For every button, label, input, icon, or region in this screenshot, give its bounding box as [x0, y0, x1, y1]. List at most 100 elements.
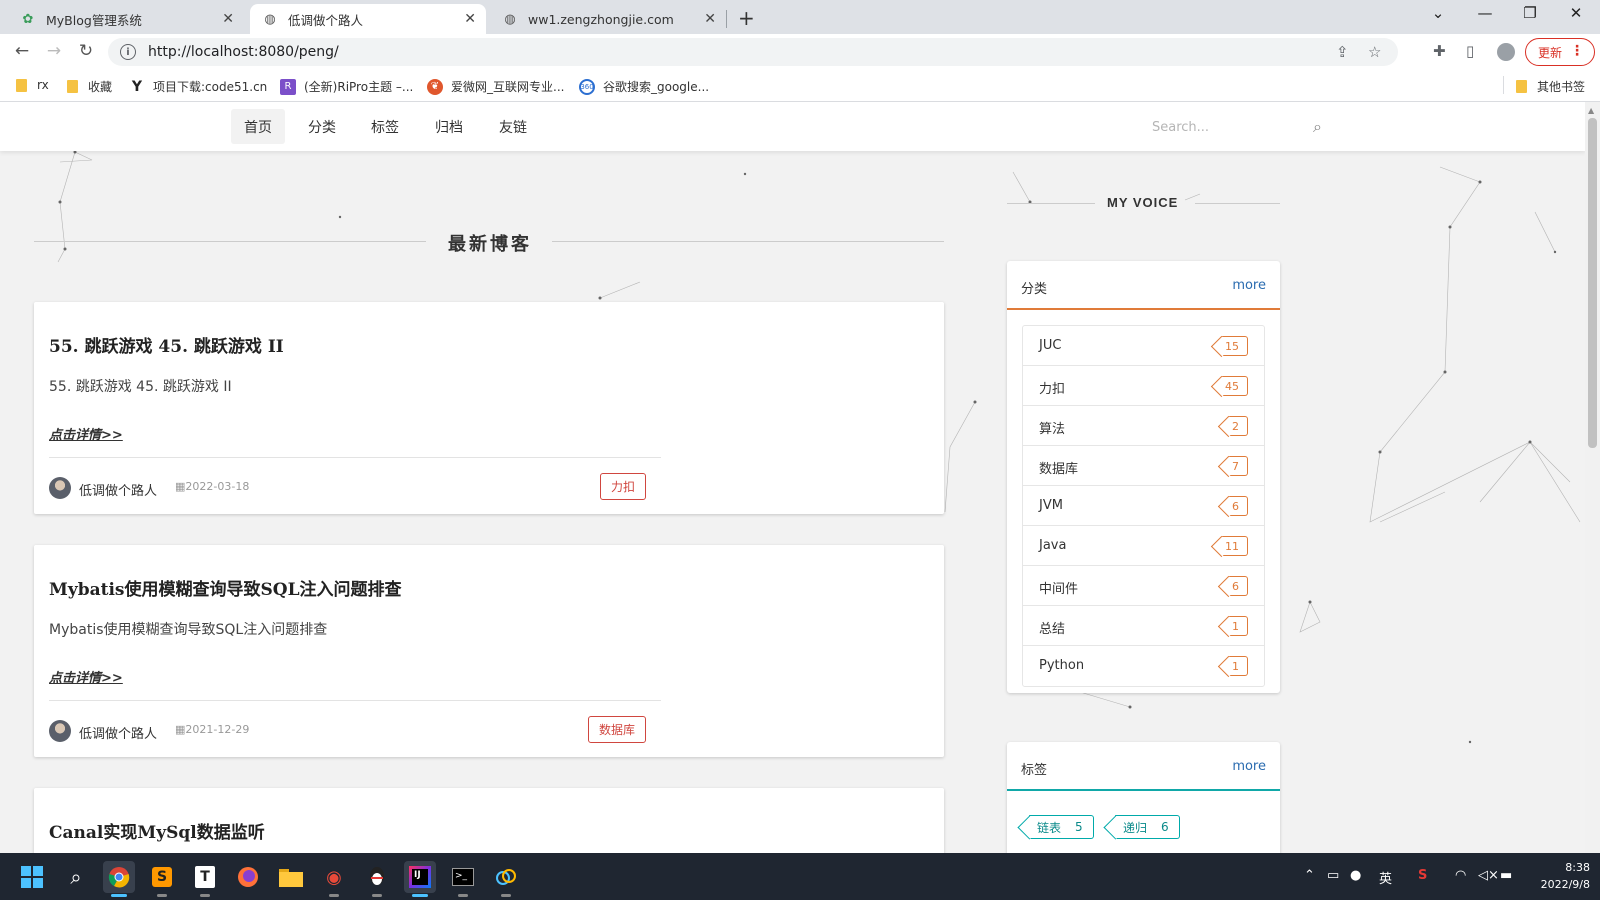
- category-item[interactable]: 算法 2: [1023, 406, 1264, 446]
- sublime-icon[interactable]: S: [146, 861, 178, 897]
- search-icon[interactable]: ⌕: [1313, 117, 1322, 137]
- page-scrollbar[interactable]: ▲: [1585, 102, 1600, 853]
- ime-indicator[interactable]: 英: [1379, 868, 1392, 887]
- system-clock[interactable]: 8:38 2022/9/8: [1520, 859, 1590, 893]
- category-item[interactable]: JVM 6: [1023, 486, 1264, 526]
- close-icon[interactable]: ✕: [704, 11, 716, 27]
- window-close-button[interactable]: ✕: [1561, 4, 1591, 22]
- nav-categories[interactable]: 分类: [295, 109, 349, 144]
- read-more-link[interactable]: 点击详情>>: [49, 667, 123, 686]
- scrollbar-thumb[interactable]: [1588, 118, 1597, 448]
- bookmark-other[interactable]: 其他书签: [1516, 78, 1585, 95]
- widget-header: 分类 more: [1007, 261, 1280, 310]
- categories-more-link[interactable]: more: [1232, 278, 1266, 293]
- bookmark-favorites[interactable]: 收藏: [67, 78, 112, 95]
- category-item[interactable]: JUC 15: [1023, 326, 1264, 366]
- sogou-ime-icon[interactable]: S: [1418, 868, 1427, 883]
- nav-home[interactable]: 首页: [231, 109, 285, 144]
- tab-myblog[interactable]: ✿ MyBlog管理系统 ✕: [8, 4, 244, 34]
- side-panel-icon[interactable]: ▯: [1466, 42, 1474, 60]
- close-icon[interactable]: ✕: [222, 11, 234, 27]
- tab-title: ww1.zengzhongjie.com: [528, 11, 674, 27]
- aiwei-icon: ❦: [427, 78, 443, 95]
- widget-title: 标签: [1021, 763, 1048, 778]
- tab-separator: [726, 10, 727, 28]
- bookmark-google-search[interactable]: 360 谷歌搜索_google...: [579, 78, 709, 95]
- category-item[interactable]: Java 11: [1023, 526, 1264, 566]
- category-count: 45: [1225, 379, 1239, 393]
- folder-icon[interactable]: [275, 861, 307, 893]
- address-toolbar: ← → ↻ i http://localhost:8080/peng/ ⇪ ☆ …: [0, 34, 1600, 70]
- post-title[interactable]: 55. 跳跃游戏 45. 跳跃游戏 II: [49, 332, 284, 357]
- y-logo-icon: Y: [131, 78, 143, 95]
- category-item[interactable]: 总结 1: [1023, 606, 1264, 646]
- minimize-button[interactable]: —: [1470, 4, 1500, 22]
- start-icon[interactable]: [16, 861, 48, 893]
- reload-button[interactable]: ↻: [74, 41, 98, 61]
- volume-muted-icon[interactable]: ◁×: [1478, 868, 1499, 883]
- tab-active[interactable]: ◍ 低调做个路人 ✕: [250, 4, 486, 34]
- qq-icon[interactable]: [361, 861, 393, 897]
- tray-overflow-chevron-icon[interactable]: ⌃: [1304, 868, 1315, 883]
- voice-divider-left: [1007, 203, 1095, 204]
- nav-friend-links[interactable]: 友链: [486, 109, 540, 144]
- restore-button[interactable]: ❐: [1515, 4, 1545, 22]
- bookmark-code51[interactable]: Y 项目下载:code51.cn: [129, 78, 267, 95]
- bookmark-aiweiwang[interactable]: ❦ 爱微网_互联网专业...: [427, 78, 564, 95]
- post-date: ▦2021-12-29: [175, 723, 249, 736]
- category-item[interactable]: 中间件 6: [1023, 566, 1264, 606]
- nav-archive[interactable]: 归档: [422, 109, 476, 144]
- address-bar[interactable]: i http://localhost:8080/peng/ ⇪ ☆: [108, 38, 1398, 66]
- post-title[interactable]: Mybatis使用模糊查询导致SQL注入问题排查: [49, 575, 402, 600]
- bookmark-label: 爱微网_互联网专业...: [451, 80, 565, 94]
- tag-pill[interactable]: 递归 6: [1115, 815, 1180, 839]
- typora-icon[interactable]: T: [189, 861, 221, 897]
- extensions-icon[interactable]: ✚: [1433, 42, 1446, 60]
- close-icon[interactable]: ✕: [464, 11, 476, 27]
- category-item[interactable]: Python 1: [1023, 646, 1264, 686]
- new-tab-button[interactable]: +: [738, 6, 755, 30]
- post-date: ▦2022-03-18: [175, 480, 249, 493]
- tags-more-link[interactable]: more: [1232, 759, 1266, 774]
- intellij-icon[interactable]: IJ: [404, 861, 436, 897]
- category-count: 7: [1232, 459, 1239, 473]
- category-name: JUC: [1039, 338, 1062, 353]
- post-tag[interactable]: 力扣: [600, 473, 647, 500]
- tab-search-chevron-icon[interactable]: ⌄: [1423, 4, 1453, 22]
- bookmark-star-icon[interactable]: ☆: [1368, 43, 1381, 61]
- browser-snail-icon[interactable]: ◉: [318, 861, 350, 897]
- tray-qq-icon[interactable]: ●: [1350, 868, 1361, 883]
- bookmark-rx[interactable]: rx: [16, 78, 49, 92]
- tag-pill[interactable]: 链表 5: [1029, 815, 1094, 839]
- nav-tags[interactable]: 标签: [358, 109, 412, 144]
- wifi-icon[interactable]: ◠: [1455, 868, 1466, 883]
- bookmark-ripro[interactable]: R (全新)RiPro主题 –...: [280, 78, 413, 95]
- category-item[interactable]: 数据库 7: [1023, 446, 1264, 486]
- read-more-link[interactable]: 点击详情>>: [49, 424, 123, 443]
- share-icon[interactable]: ⇪: [1336, 43, 1349, 61]
- calendar-icon: ▦: [175, 480, 186, 493]
- update-button[interactable]: 更新 ⋮: [1525, 38, 1595, 66]
- post-title[interactable]: Canal实现MySql数据监听: [49, 818, 265, 843]
- scroll-up-arrow-icon[interactable]: ▲: [1588, 106, 1594, 115]
- category-item[interactable]: 力扣 45: [1023, 366, 1264, 406]
- site-info-icon[interactable]: i: [120, 44, 136, 60]
- post-tag[interactable]: 数据库: [588, 716, 647, 743]
- back-button[interactable]: ←: [10, 41, 34, 61]
- post-card: Canal实现MySql数据监听: [34, 788, 944, 853]
- search-input[interactable]: Search...: [1140, 114, 1340, 140]
- tray-display-icon[interactable]: ▭: [1327, 868, 1339, 883]
- tab-zengzhongjie[interactable]: ◍ ww1.zengzhongjie.com ✕: [490, 4, 726, 34]
- bookmark-label: rx: [37, 78, 49, 92]
- battery-icon[interactable]: ▬: [1500, 868, 1512, 883]
- forward-button[interactable]: →: [42, 41, 66, 61]
- vpn-icon[interactable]: [490, 861, 522, 897]
- categories-widget: 分类 more JUC 15 力扣 45 算法 2 数据库 7 JVM 6 Java 11 …: [1007, 261, 1280, 693]
- firefox-icon[interactable]: [232, 861, 264, 893]
- profile-avatar[interactable]: [1497, 43, 1515, 61]
- chrome-icon[interactable]: [103, 861, 135, 897]
- terminal-icon[interactable]: >_: [447, 861, 479, 897]
- search-icon[interactable]: ⌕: [60, 861, 92, 893]
- url-text[interactable]: http://localhost:8080/peng/: [148, 44, 339, 60]
- category-count: 6: [1232, 579, 1239, 593]
